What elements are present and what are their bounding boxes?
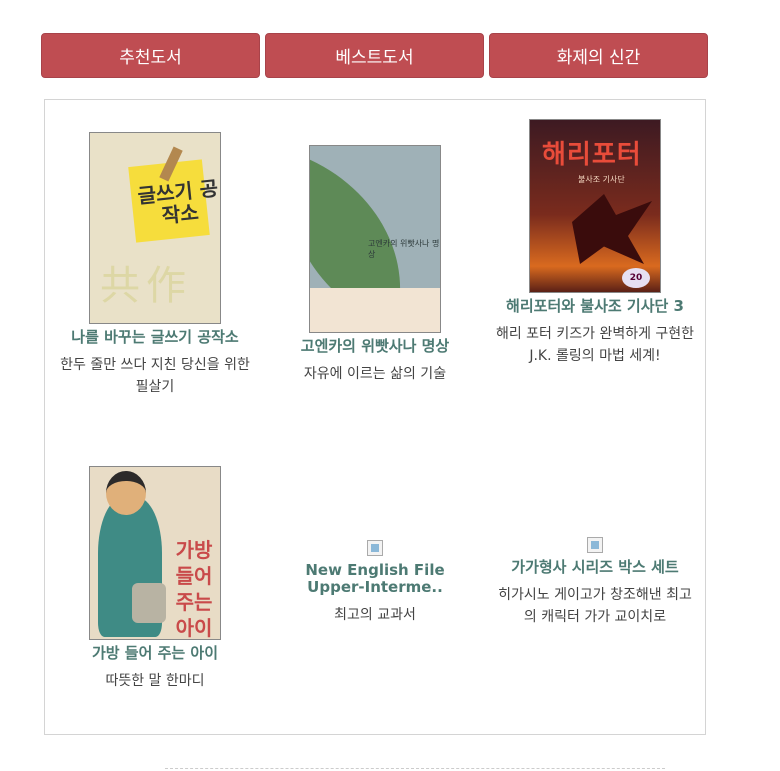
book-item[interactable]: 고엔카의 위빳사나 명상 고엔카의 위빳사나 명상 자유에 이르는 삶의 기술 xyxy=(275,146,475,385)
book-title[interactable]: New English File Upper-Interme.. xyxy=(275,562,475,596)
cover-title-text: 가방 들어 주는 아이 xyxy=(175,538,213,639)
book-title[interactable]: 해리포터와 불사조 기사단 3 xyxy=(495,298,695,315)
book-description: 따뜻한 말 한마디 xyxy=(105,673,205,689)
book-item[interactable]: 가가형사 시리즈 박스 세트 히가시노 게이고가 창조해낸 최고의 캐릭터 가가… xyxy=(495,537,695,628)
book-cover[interactable]: 고엔카의 위빳사나 명상 xyxy=(310,146,440,332)
tab-bestseller[interactable]: 베스트도서 xyxy=(265,33,484,78)
book-description: 최고의 교과서 xyxy=(334,607,416,623)
cover-title-text: 해리포터 xyxy=(542,140,642,170)
broken-image-icon[interactable] xyxy=(367,540,383,556)
book-grid-panel: 글쓰기 공작소 共作 나를 바꾸는 글쓰기 공작소 한두 줄만 쓰다 지친 당신… xyxy=(44,99,706,735)
tab-bar: 추천도서 베스트도서 화제의 신간 xyxy=(41,33,708,78)
book-cover[interactable]: 해리포터 불사조 기사단 20 xyxy=(530,120,660,292)
book-title[interactable]: 고엔카의 위빳사나 명상 xyxy=(275,338,475,355)
book-title[interactable]: 나를 바꾸는 글쓰기 공작소 xyxy=(55,329,255,346)
book-cover[interactable]: 가방 들어 주는 아이 xyxy=(90,467,220,639)
cover-subtitle-text: 불사조 기사단 xyxy=(578,175,625,184)
broken-image-icon[interactable] xyxy=(587,537,603,553)
book-item[interactable]: 해리포터 불사조 기사단 20 해리포터와 불사조 기사단 3 해리 포터 키즈… xyxy=(495,120,695,367)
book-title[interactable]: 가가형사 시리즈 박스 세트 xyxy=(495,559,695,576)
book-item[interactable]: 글쓰기 공작소 共作 나를 바꾸는 글쓰기 공작소 한두 줄만 쓰다 지친 당신… xyxy=(55,133,255,398)
book-item[interactable]: 가방 들어 주는 아이 가방 들어 주는 아이 따뜻한 말 한마디 xyxy=(55,467,255,692)
book-description: 히가시노 게이고가 창조해낸 최고의 캐릭터 가가 교이치로 xyxy=(498,587,692,625)
book-cover[interactable]: 글쓰기 공작소 共作 xyxy=(90,133,220,323)
tab-new-releases[interactable]: 화제의 신간 xyxy=(489,33,708,78)
book-item[interactable]: New English File Upper-Interme.. 최고의 교과서 xyxy=(275,540,475,626)
cover-title-text: 글쓰기 공작소 xyxy=(136,175,220,228)
book-description: 자유에 이르는 삶의 기술 xyxy=(303,366,447,382)
book-title[interactable]: 가방 들어 주는 아이 xyxy=(55,645,255,662)
anniversary-badge: 20 xyxy=(622,268,650,288)
tab-recommended[interactable]: 추천도서 xyxy=(41,33,260,78)
divider xyxy=(165,768,665,769)
book-description: 한두 줄만 쓰다 지친 당신을 위한 필살기 xyxy=(60,357,250,395)
book-description: 해리 포터 키즈가 완벽하게 구현한 J.K. 롤링의 마법 세계! xyxy=(495,326,695,364)
cover-title-text: 고엔카의 위빳사나 명상 xyxy=(368,239,440,259)
